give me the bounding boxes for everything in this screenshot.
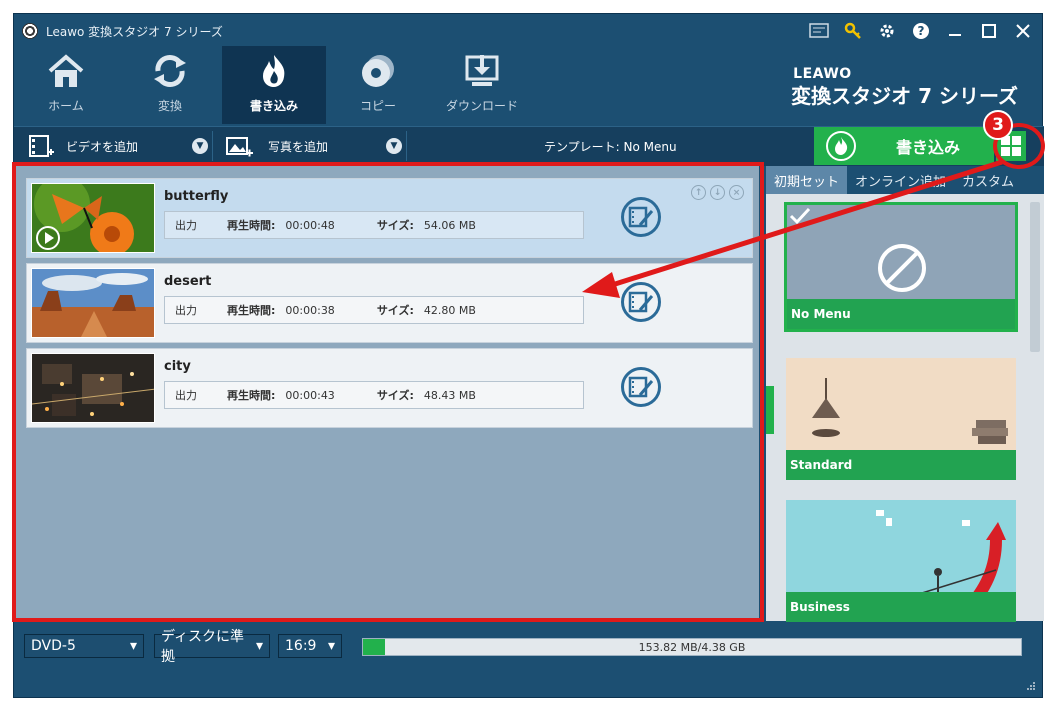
annotation-step-badge: 3 [983, 110, 1013, 140]
divider [406, 131, 407, 161]
tab-online[interactable]: オンライン追加 [847, 166, 954, 194]
template-label: Business [786, 592, 1016, 622]
maximize-icon[interactable] [976, 20, 1002, 42]
nav-download[interactable]: ダウンロード [430, 46, 534, 124]
photo-add-icon [226, 137, 253, 157]
annotation-highlight-box [12, 162, 764, 622]
tab-custom[interactable]: カスタム [954, 166, 1022, 194]
tab-default[interactable]: 初期セット [766, 166, 848, 194]
gear-icon[interactable] [874, 20, 900, 42]
copy-disc-icon [362, 55, 394, 87]
panel-scrollbar[interactable] [1030, 202, 1040, 352]
nav-burn[interactable]: 書き込み [222, 46, 326, 124]
status-bar: DVD-5 ▾ ディスクに準拠 ▾ 16:9 ▾ 153.82 MB/4.38 … [14, 629, 1044, 665]
quality-value: ディスクに準拠 [161, 629, 245, 665]
template-panel: 初期セット オンライン追加 カスタム No Menu Standard Busi… [766, 166, 1044, 622]
quality-select[interactable]: ディスクに準拠 ▾ [154, 629, 270, 665]
key-icon[interactable] [840, 20, 866, 42]
checkmark-icon [789, 207, 811, 225]
burn-icon [263, 55, 285, 87]
window-controls: ? [806, 20, 1036, 42]
nav-label: 変換 [157, 99, 182, 113]
add-photo-button[interactable]: 写真を追加 [226, 127, 328, 165]
nav-label: ホーム [48, 99, 84, 113]
chevron-down-icon: ▾ [327, 638, 335, 654]
add-photo-dropdown[interactable]: ▼ [386, 138, 402, 154]
svg-text:?: ? [918, 24, 925, 38]
convert-icon [154, 55, 186, 87]
film-add-icon [29, 135, 54, 157]
minimize-icon[interactable] [942, 20, 968, 42]
brand-name: 変換スタジオ 7 シリーズ [791, 84, 1018, 108]
divider [212, 131, 213, 161]
panel-collapse-handle[interactable] [766, 386, 774, 434]
template-label: Standard [786, 450, 1016, 480]
home-icon [48, 54, 84, 87]
resize-grip-icon[interactable] [1026, 681, 1036, 691]
flame-icon [826, 131, 856, 161]
chevron-down-icon: ▾ [129, 638, 137, 654]
app-logo-icon [22, 23, 38, 39]
nav-convert[interactable]: 変換 [118, 46, 222, 124]
brand: LEAWO 変換スタジオ 7 シリーズ [791, 66, 1018, 109]
title-bar: Leawo 変換スタジオ 7 シリーズ ? [14, 14, 1042, 48]
aspect-ratio-select[interactable]: 16:9 ▾ [278, 634, 342, 658]
chat-icon[interactable] [806, 20, 832, 42]
nav-label: 書き込み [249, 99, 298, 113]
template-standard[interactable]: Standard [786, 358, 1016, 480]
add-video-label: ビデオを追加 [66, 139, 139, 154]
burn-button[interactable]: 書き込み [814, 127, 994, 165]
template-label: No Menu [787, 299, 1015, 329]
disc-usage-bar: 153.82 MB/4.38 GB [362, 638, 1022, 656]
disc-type-select[interactable]: DVD-5 ▾ [24, 634, 144, 658]
nav-copy[interactable]: コピー [326, 46, 430, 124]
burn-label: 書き込み [896, 138, 961, 157]
window-title: Leawo 変換スタジオ 7 シリーズ [46, 24, 223, 39]
nav-home[interactable]: ホーム [14, 46, 118, 124]
close-icon[interactable] [1010, 20, 1036, 42]
help-icon[interactable]: ? [908, 20, 934, 42]
no-menu-icon [878, 244, 926, 292]
nav-label: コピー [359, 99, 396, 113]
toolbar: ビデオを追加 ▼ 写真を追加 ▼ テンプレート: No Menu 書き込み [14, 126, 1044, 166]
template-no-menu[interactable]: No Menu [784, 202, 1018, 332]
nav-label: ダウンロード [445, 99, 518, 113]
template-tabs: 初期セット オンライン追加 カスタム [766, 166, 1044, 194]
add-photo-label: 写真を追加 [268, 139, 329, 154]
disc-type-value: DVD-5 [31, 638, 76, 654]
add-video-button[interactable]: ビデオを追加 [28, 127, 138, 165]
template-label: テンプレート: No Menu [544, 140, 677, 154]
add-video-dropdown[interactable]: ▼ [192, 138, 208, 154]
template-business[interactable]: Business [786, 500, 1016, 622]
chevron-down-icon: ▾ [255, 638, 263, 654]
download-icon [465, 55, 499, 86]
disc-usage-text: 153.82 MB/4.38 GB [638, 641, 746, 654]
main-nav: ホーム 変換 書き込み コピー ダウンロード [14, 46, 534, 124]
aspect-value: 16:9 [285, 638, 317, 654]
